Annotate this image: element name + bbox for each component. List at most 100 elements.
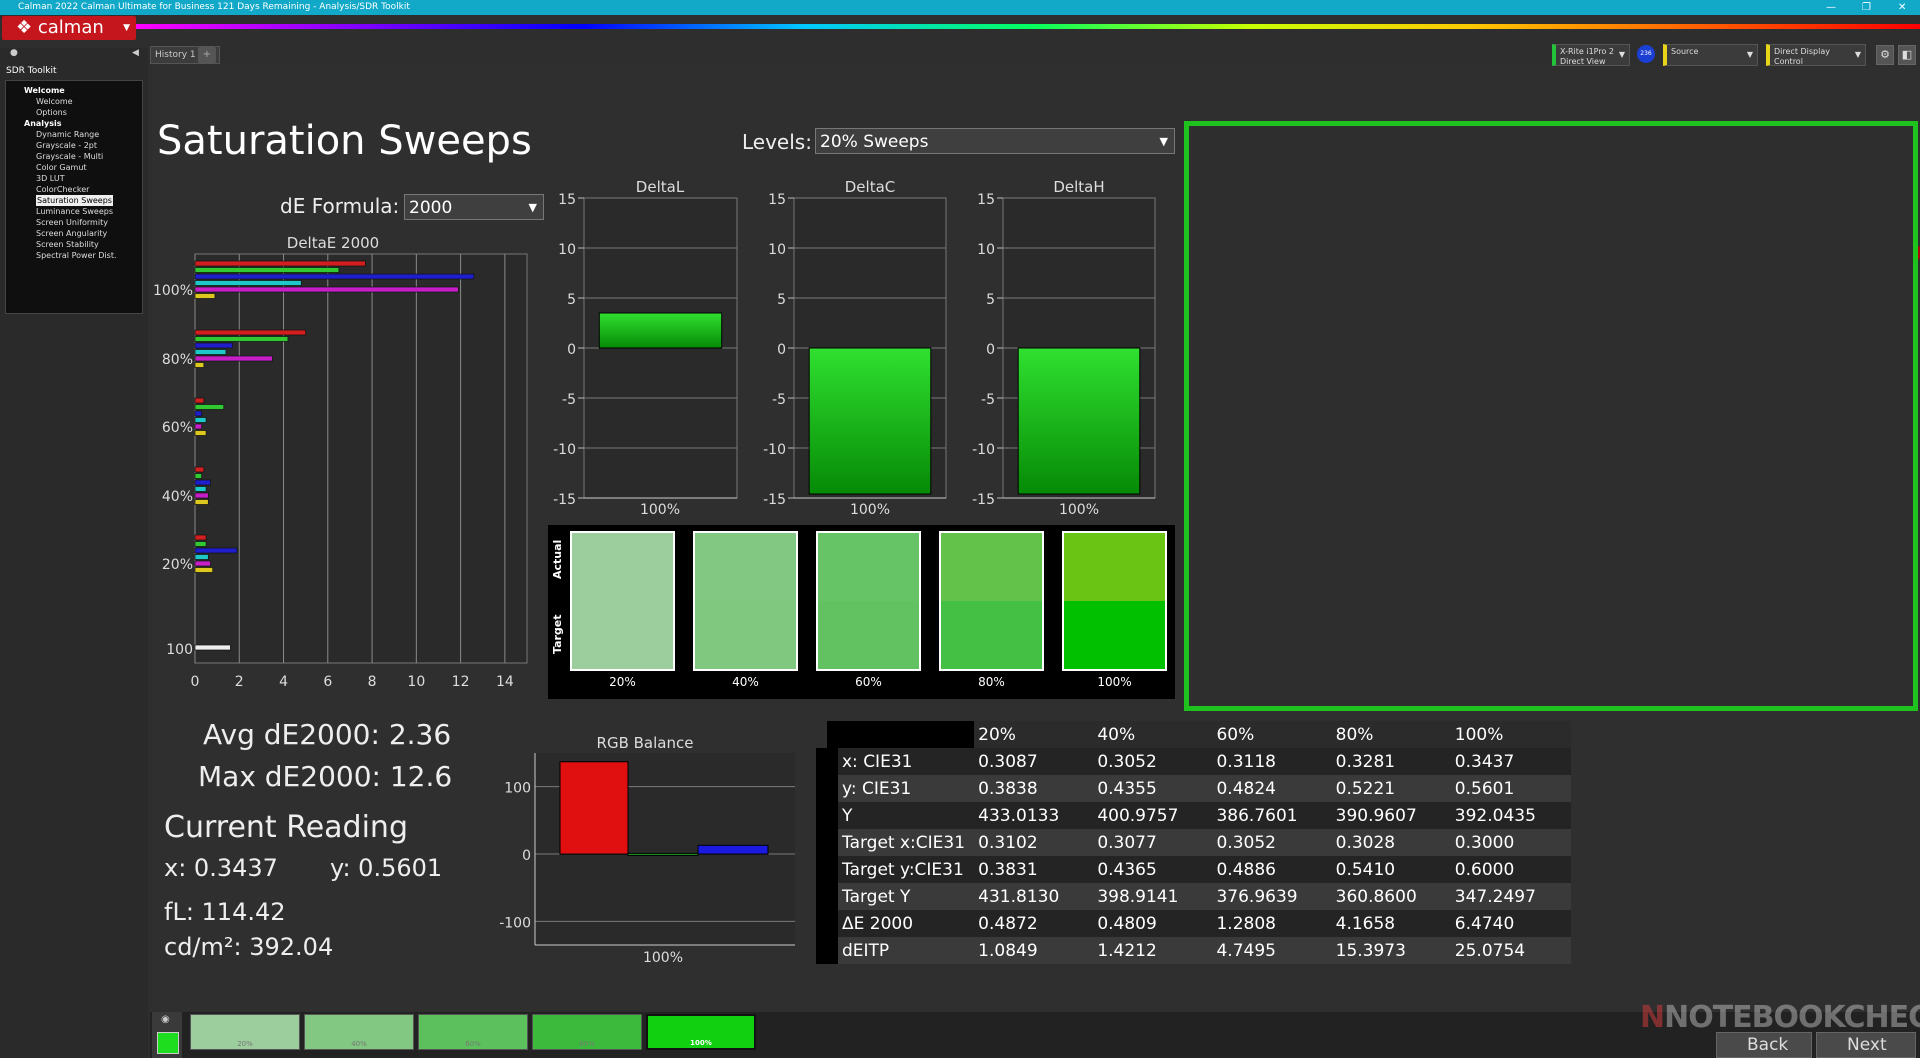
table-cell: 0.3102 [978, 832, 1038, 853]
cie-chart-panel[interactable] [1184, 121, 1918, 711]
logo-text: calman [37, 17, 104, 38]
source-selector[interactable]: Source ▼ [1663, 44, 1758, 66]
swatch-target [818, 601, 919, 669]
table-row-label: y: CIE31 [815, 775, 975, 802]
current-x: x: 0.3437 [164, 854, 278, 882]
chevron-down-icon: ▼ [1618, 50, 1625, 59]
tree-item[interactable]: Dynamic Range [10, 129, 138, 140]
logo-icon: ❖ [16, 17, 33, 38]
swatch-target [1064, 601, 1165, 669]
tree-item-label: Spectral Power Dist. [36, 251, 117, 260]
tree-item[interactable]: Screen Uniformity [10, 217, 138, 228]
tree-item-label: Luminance Sweeps [36, 207, 114, 216]
sidebar-collapse-icon[interactable]: ◀ [132, 48, 139, 58]
tree-item[interactable]: Grayscale - Multi [10, 151, 138, 162]
table-cell: 360.8600 [1335, 886, 1417, 907]
display-control-selector[interactable]: Direct Display Control ▼ [1766, 44, 1866, 66]
table-cell: 390.9607 [1335, 805, 1417, 826]
tree-item-label: Screen Uniformity [36, 218, 108, 227]
table-cell: 400.9757 [1097, 805, 1179, 826]
tree-group[interactable]: Analysis [10, 118, 138, 129]
back-button[interactable]: Back [1716, 1032, 1812, 1058]
thumb-label: 80% [579, 1040, 595, 1048]
swatch [693, 531, 798, 671]
add-tab-button[interactable]: + [198, 47, 216, 63]
table-row-label: Target y:CIE31 [815, 856, 975, 883]
tree-item-label: Welcome [36, 97, 73, 106]
chevron-down-icon: ▼ [528, 201, 537, 214]
table-cell: 398.9141 [1097, 886, 1179, 907]
table-cell: 0.3838 [978, 778, 1038, 799]
tree-item[interactable]: Saturation Sweeps [10, 195, 138, 206]
thumb-label: 60% [465, 1040, 481, 1048]
levels-select[interactable]: 20% Sweeps ▼ [815, 128, 1175, 154]
tree-item[interactable]: Welcome [10, 96, 138, 107]
table-cell: 347.2497 [1454, 886, 1536, 907]
max-de: Max dE2000: 12.6 [198, 760, 453, 793]
de-formula-select[interactable]: 2000 ▼ [404, 194, 544, 220]
table-cell: 0.5221 [1335, 778, 1396, 799]
swatch-label: 80% [978, 675, 1005, 689]
tree-item[interactable]: 3D LUT [10, 173, 138, 184]
probe-badge[interactable]: 236 [1637, 45, 1655, 63]
maximize-button[interactable]: ❐ [1862, 0, 1871, 15]
close-button[interactable]: ✕ [1898, 0, 1906, 15]
tree-item[interactable]: Screen Stability [10, 239, 138, 250]
settings-icon[interactable]: ⚙ [1876, 45, 1894, 65]
chevron-down-icon: ▼ [123, 23, 130, 33]
reading-toggle[interactable]: ◉ [152, 1012, 182, 1058]
thumb-item[interactable]: 40% [304, 1014, 414, 1050]
target-label: Target [551, 614, 564, 654]
tree-item[interactable]: Screen Angularity [10, 228, 138, 239]
table-cell: 392.0435 [1454, 805, 1536, 826]
table-cell: 0.4355 [1097, 778, 1157, 799]
table-cell: 0.3281 [1335, 751, 1396, 772]
next-label: Next [1847, 1035, 1887, 1055]
tree-group[interactable]: Welcome [10, 85, 138, 96]
tree-item[interactable]: Options [10, 107, 138, 118]
results-table: 20% 40% 60% 80% 100% x: CIE31 0.3087 0.3052 0.3… [815, 721, 1582, 964]
de-formula-value: 2000 [409, 198, 453, 218]
table-cell: 0.4809 [1097, 913, 1157, 934]
thumb-label: 100% [690, 1039, 712, 1047]
table-cell: 6.4740 [1454, 913, 1515, 934]
de-formula-label: dE Formula: [280, 194, 400, 218]
swatch-target [572, 601, 673, 669]
thumb-item[interactable]: 80% [532, 1014, 642, 1050]
tree-item-label: Options [36, 108, 67, 117]
table-cell: 0.4824 [1216, 778, 1276, 799]
calman-logo[interactable]: ❖ calman ▼ [2, 16, 136, 40]
tree-item[interactable]: Grayscale - 2pt [10, 140, 138, 151]
table-row: Target x:CIE31 0.3102 0.3077 0.3052 0.3028 0.… [815, 829, 1571, 856]
thumb-item[interactable]: 20% [190, 1014, 300, 1050]
tree-item[interactable]: Luminance Sweeps [10, 206, 138, 217]
thumb-item[interactable]: 100% [646, 1014, 756, 1050]
back-label: Back [1747, 1035, 1789, 1055]
table-row: Y 433.0133 400.9757 386.7601 390.9607 392.043… [815, 802, 1571, 829]
table-cell: 0.3000 [1454, 832, 1515, 853]
minimize-button[interactable]: — [1826, 0, 1836, 15]
table-column-header: 20% [978, 724, 1016, 745]
swatch-actual [941, 533, 1042, 601]
table-cell: 0.5601 [1454, 778, 1515, 799]
table-row: ΔE 2000 0.4872 0.4809 1.2808 4.1658 6.4740 [815, 910, 1571, 937]
sidebar-pin-icon[interactable]: ● [10, 48, 18, 58]
swatch [570, 531, 675, 671]
table-column-header: 80% [1335, 724, 1374, 745]
current-color-swatch [157, 1032, 179, 1054]
thumb-label: 20% [237, 1040, 253, 1048]
thumb-item[interactable]: 60% [418, 1014, 528, 1050]
next-button[interactable]: Next [1816, 1032, 1916, 1058]
tree-item[interactable]: Color Gamut [10, 162, 138, 173]
tree-item-label: ColorChecker [36, 185, 90, 194]
chevron-down-icon: ▼ [1159, 135, 1168, 148]
table-cell: 0.3052 [1097, 751, 1157, 772]
probe-selector[interactable]: X-Rite i1Pro 2 Direct View ▼ [1552, 44, 1630, 66]
table-cell: 0.5410 [1335, 859, 1396, 880]
tree-item[interactable]: Spectral Power Dist. [10, 250, 138, 261]
table-cell: 1.4212 [1097, 940, 1157, 961]
options-icon[interactable]: ◧ [1898, 45, 1916, 65]
thumb-label: 40% [351, 1040, 367, 1048]
eye-icon: ◉ [161, 1014, 170, 1025]
tree-item[interactable]: ColorChecker [10, 184, 138, 195]
